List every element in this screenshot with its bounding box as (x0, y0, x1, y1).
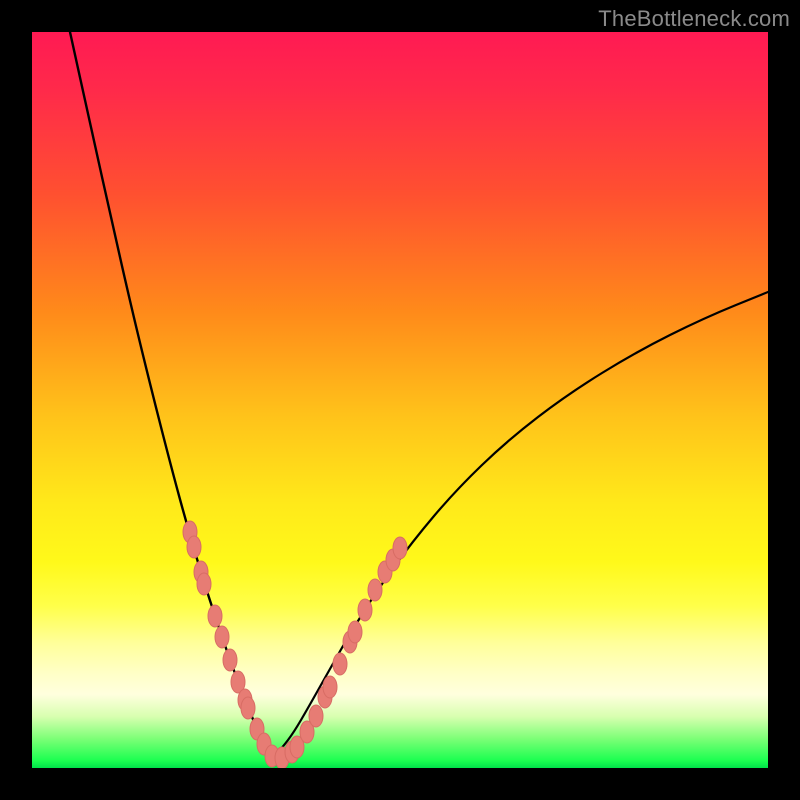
data-marker (208, 605, 222, 627)
data-marker (393, 537, 407, 559)
curve-group (70, 32, 768, 758)
chart-frame: TheBottleneck.com (0, 0, 800, 800)
data-marker (368, 579, 382, 601)
left-branch-curve (70, 32, 272, 758)
data-marker (241, 697, 255, 719)
chart-svg (32, 32, 768, 768)
data-marker (223, 649, 237, 671)
data-marker (215, 626, 229, 648)
data-marker (323, 676, 337, 698)
data-marker (187, 536, 201, 558)
right-branch-curve (272, 292, 768, 758)
data-marker (333, 653, 347, 675)
plot-area (32, 32, 768, 768)
data-marker (309, 705, 323, 727)
data-marker (348, 621, 362, 643)
data-marker (197, 573, 211, 595)
watermark-text: TheBottleneck.com (598, 6, 790, 32)
data-marker (358, 599, 372, 621)
